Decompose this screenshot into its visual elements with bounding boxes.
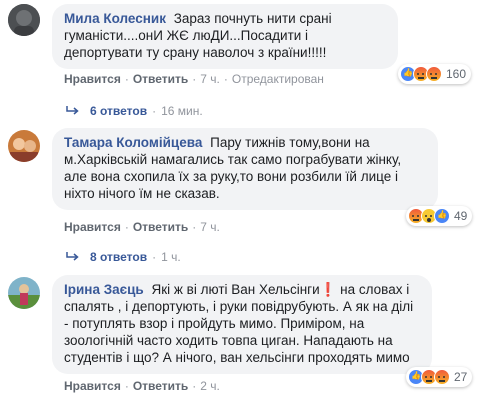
comment-actions: Нравится · Ответить · 2 ч. bbox=[64, 379, 220, 393]
reply-link[interactable]: Ответить bbox=[133, 379, 188, 393]
comment-actions: Нравится · Ответить · 7 ч. bbox=[64, 220, 220, 234]
like-link[interactable]: Нравится bbox=[64, 379, 121, 393]
comment-time[interactable]: 2 ч. bbox=[200, 379, 220, 393]
like-link[interactable]: Нравится bbox=[64, 220, 121, 234]
replies-count[interactable]: 8 ответов bbox=[90, 250, 147, 264]
avatar[interactable] bbox=[8, 4, 40, 36]
comment-time[interactable]: 7 ч. bbox=[200, 220, 220, 234]
comment-time[interactable]: 7 ч. bbox=[200, 72, 220, 86]
comment-bubble: Мила Колесник Зараз почнуть нити срані г… bbox=[52, 4, 398, 69]
avatar-image bbox=[8, 130, 40, 162]
comment-bubble: Тамара Коломійцева Пару тижнів тому,вони… bbox=[52, 128, 438, 210]
angry-reaction-icon bbox=[434, 369, 450, 385]
reaction-count: 160 bbox=[446, 67, 467, 81]
reply-link[interactable]: Ответить bbox=[133, 220, 188, 234]
replies-count[interactable]: 6 ответов bbox=[90, 104, 147, 118]
view-replies[interactable]: 8 ответов · 1 ч. bbox=[66, 250, 181, 264]
comment-author[interactable]: Мила Колесник bbox=[64, 11, 166, 26]
reactions-badge[interactable]: 160 bbox=[398, 64, 472, 84]
comment-bubble: Ірина Заєць Які ж ві лютi Ван Хельсінги❗… bbox=[52, 275, 432, 374]
like-link[interactable]: Нравится bbox=[64, 72, 121, 86]
comment-author[interactable]: Тамара Коломійцева bbox=[64, 135, 202, 150]
avatar-image bbox=[8, 4, 40, 36]
reaction-count: 27 bbox=[454, 370, 468, 384]
reactions-badge[interactable]: 49 bbox=[406, 206, 473, 226]
view-replies[interactable]: 6 ответов · 16 мин. bbox=[66, 104, 203, 118]
reply-arrow-icon bbox=[66, 252, 79, 261]
reactions-badge[interactable]: 27 bbox=[406, 367, 473, 387]
edited-label[interactable]: Отредактирован bbox=[232, 72, 324, 86]
comment-actions: Нравится · Ответить · 7 ч. · Отредактирован bbox=[64, 72, 324, 86]
reply-arrow-icon bbox=[66, 106, 79, 115]
avatar[interactable] bbox=[8, 130, 40, 162]
avatar-image bbox=[8, 277, 40, 309]
replies-time: 16 мин. bbox=[161, 104, 203, 118]
reply-link[interactable]: Ответить bbox=[133, 72, 188, 86]
comment-author[interactable]: Ірина Заєць bbox=[64, 282, 144, 297]
replies-time: 1 ч. bbox=[161, 250, 181, 264]
like-reaction-icon bbox=[434, 208, 450, 224]
reaction-count: 49 bbox=[454, 209, 468, 223]
avatar[interactable] bbox=[8, 277, 40, 309]
angry-reaction-icon bbox=[426, 66, 442, 82]
